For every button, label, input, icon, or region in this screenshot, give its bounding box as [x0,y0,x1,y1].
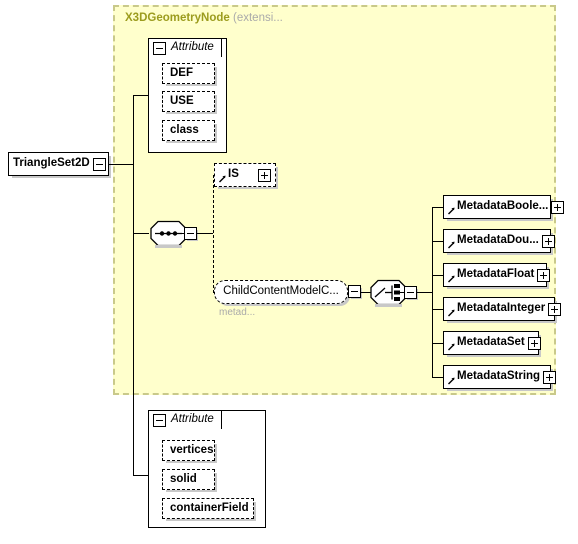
connector-main-spine [133,95,134,475]
element-node-metadatafloat[interactable]: MetadataFloat [443,263,551,287]
group-reference-sublabel: metad... [219,307,256,318]
own-attribute-header[interactable]: Attribute [148,410,222,429]
inherited-attribute-header[interactable]: Attribute [148,38,222,57]
element-node-label: TriangleSet2D [13,157,90,170]
element-node-label: MetadataSet [457,336,525,349]
connector-root-horizontal [109,164,133,165]
group-reference-childcontentmodel[interactable]: ChildContentModelC... [214,280,348,304]
element-node-metadataboolean[interactable]: MetadataBoole... [443,195,565,219]
element-node-label: MetadataInteger [457,302,546,315]
element-node-is[interactable]: IS [214,163,276,187]
connector-choice-to-metadatastring [432,377,443,378]
attribute-item-def[interactable]: DEF [162,63,215,84]
element-node-metadatastring[interactable]: MetadataString [443,365,557,389]
connector-choice-to-metadataboolean [432,207,443,208]
attribute-label: containerField [170,501,249,514]
attribute-item-class[interactable]: class [162,120,215,141]
extension-group-base-name: X3DGeometryNode [125,12,230,24]
sequence-compositor-shadow [155,245,182,248]
connector-optional-branch-vertical [213,175,214,293]
connector-choice-out [417,292,432,293]
minus-icon-sequence[interactable] [184,227,197,240]
attribute-label: vertices [170,443,214,456]
connector-choice-to-metadatafloat [432,275,443,276]
group-reference-label: ChildContentModelC... [223,285,339,298]
element-node-label: MetadataString [457,370,541,383]
connector-to-sequence [133,233,149,234]
minus-icon-group-reference[interactable] [348,285,361,298]
minus-icon-own-attributes[interactable] [153,413,166,427]
attribute-label: solid [170,472,197,485]
attribute-item-use[interactable]: USE [162,91,215,112]
plus-icon-is[interactable] [258,168,271,182]
connector-choice-stub [400,292,405,293]
attribute-label: class [170,123,199,136]
plus-icon-metadatadouble[interactable] [541,234,555,248]
attribute-item-solid[interactable]: solid [162,469,215,490]
element-node-label: MetadataDou... [457,234,539,247]
attribute-item-vertices[interactable]: vertices [162,440,215,461]
element-node-metadataset[interactable]: MetadataSet [443,331,541,355]
element-node-metadatainteger[interactable]: MetadataInteger [443,297,562,321]
element-node-metadatadouble[interactable]: MetadataDou... [443,229,555,253]
own-attribute-header-label: Attribute [171,413,214,426]
attribute-item-containerfield[interactable]: containerField [162,498,254,519]
plus-icon-metadatainteger[interactable] [548,302,562,316]
inherited-attribute-header-label: Attribute [171,41,214,54]
connector-sequence-out [197,233,213,234]
attribute-label: USE [170,94,194,107]
plus-icon-metadataset[interactable] [527,336,541,350]
element-node-label: MetadataBoole... [457,200,549,213]
connector-to-own-attributes [133,475,149,476]
connector-choice-to-metadataset [432,343,443,344]
xsd-diagram-canvas: X3DGeometryNode (extensi... TriangleSet2… [0,0,578,544]
minus-icon-choice[interactable] [404,286,417,299]
minus-icon-root[interactable] [92,157,106,171]
element-node-label: IS [228,168,239,181]
plus-icon-metadataboolean[interactable] [551,200,565,214]
connector-choice-to-metadatainteger [432,309,443,310]
plus-icon-metadatafloat[interactable] [537,268,551,282]
connector-choice-to-metadatadouble [432,241,443,242]
connector-to-inherited-attributes [133,95,148,96]
connector-choice-spine [432,207,433,377]
choice-compositor-shadow [375,304,402,307]
extension-group-subtitle: (extensi... [233,12,283,24]
attribute-label: DEF [170,66,193,79]
connector-sequence-stub [180,233,185,234]
extension-group-title: X3DGeometryNode (extensi... [125,12,283,24]
minus-icon-inherited-attributes[interactable] [153,41,166,55]
plus-icon-metadatastring[interactable] [543,370,557,384]
element-node-triangleset2d[interactable]: TriangleSet2D [8,152,109,176]
element-node-label: MetadataFloat [457,268,535,281]
